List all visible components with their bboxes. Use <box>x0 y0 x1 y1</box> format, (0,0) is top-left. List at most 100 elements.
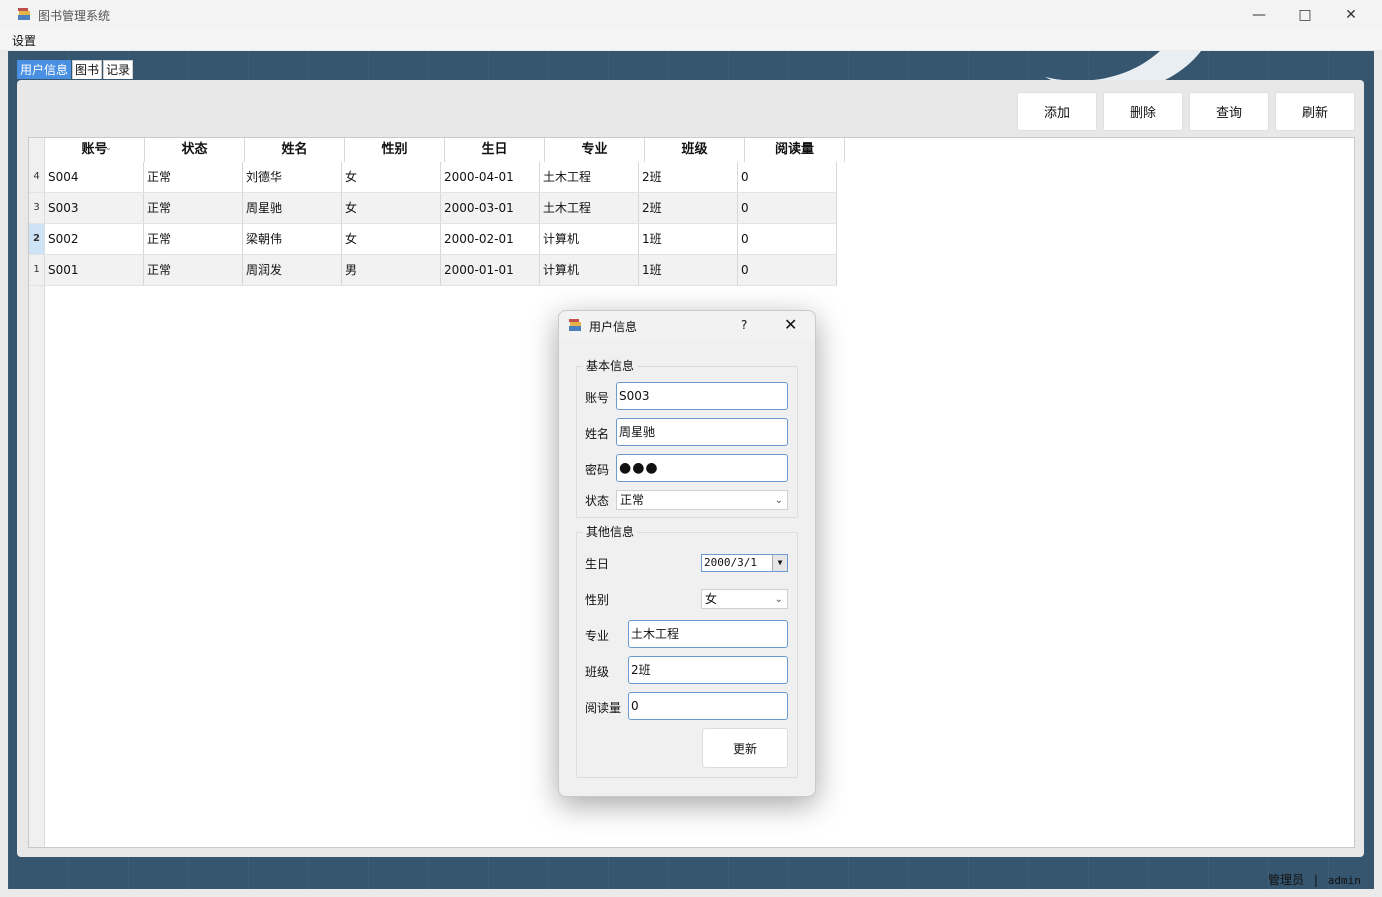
table-cell[interactable]: 正常 <box>144 162 243 192</box>
table-cell[interactable]: 正常 <box>144 224 243 254</box>
maximize-button[interactable]: □ <box>1282 0 1328 30</box>
row-number[interactable]: 4 <box>29 162 45 192</box>
minimize-icon: — <box>1252 7 1266 23</box>
basic-info-title: 基本信息 <box>583 357 638 374</box>
column-header-major[interactable]: 专业 <box>545 138 645 162</box>
table-cell[interactable]: 1班 <box>639 224 738 254</box>
close-button[interactable]: ✕ <box>1328 0 1374 30</box>
close-icon: ✕ <box>784 315 798 334</box>
table-cell[interactable]: S001 <box>45 255 144 285</box>
status-label: 状态 <box>585 494 610 508</box>
reads-label: 阅读量 <box>585 701 622 715</box>
table-row[interactable]: 4 S004 正常 刘德华女 2000-04-01 土木工程 2班 0 <box>29 162 837 193</box>
table-cell[interactable]: S003 <box>45 193 144 223</box>
row-number[interactable]: 3 <box>29 193 45 223</box>
status-separator: | <box>1313 873 1318 887</box>
gender-select[interactable]: 女 ⌄ <box>701 589 788 609</box>
column-header-class[interactable]: 班级 <box>645 138 745 162</box>
birthday-date-picker[interactable]: 2000/3/1 ▼ <box>701 554 788 572</box>
class-label: 班级 <box>585 665 610 679</box>
user-info-dialog: 用户信息 ? ✕ 基本信息 账号 S003 姓名 周星驰 密码 ●●● 状态 正… <box>558 310 816 797</box>
dialog-title-bar: 用户信息 ? ✕ <box>559 311 815 341</box>
table-cell[interactable]: 刘德华 <box>243 162 342 192</box>
table-cell[interactable]: 0 <box>738 162 837 192</box>
book-stack-icon <box>18 8 30 20</box>
dialog-close-button[interactable]: ✕ <box>784 315 797 334</box>
maximize-icon: □ <box>1298 7 1312 23</box>
tab-bar: 用户信息 图书 记录 <box>17 60 134 79</box>
tab-records[interactable]: 记录 <box>103 60 134 79</box>
table-cell[interactable]: 计算机 <box>540 255 639 285</box>
table-cell[interactable]: 女 <box>342 224 441 254</box>
status-select[interactable]: 正常 ⌄ <box>616 490 788 510</box>
account-label: 账号 <box>585 391 610 405</box>
update-button[interactable]: 更新 <box>702 728 788 768</box>
row-number[interactable]: 2 <box>29 224 45 254</box>
table-cell[interactable]: 女 <box>342 162 441 192</box>
moon-decoration <box>968 51 1188 81</box>
username-label: admin <box>1327 874 1361 887</box>
query-button[interactable]: 查询 <box>1189 92 1269 131</box>
table-row[interactable]: 2 S002 正常 梁朝伟女 2000-02-01 计算机 1班 0 <box>29 224 837 255</box>
other-info-title: 其他信息 <box>583 523 638 540</box>
password-field[interactable]: ●●● <box>616 454 788 482</box>
major-field[interactable]: 土木工程 <box>628 620 788 648</box>
table-body: 4 S004 正常 刘德华女 2000-04-01 土木工程 2班 0 3 S003 正常 周星驰女 2… <box>29 162 837 286</box>
column-header-name[interactable]: 姓名 <box>245 138 345 162</box>
column-header-reads[interactable]: 阅读量 <box>745 138 845 162</box>
table-cell[interactable]: 2000-01-01 <box>441 255 540 285</box>
table-cell[interactable]: 0 <box>738 193 837 223</box>
dialog-title: 用户信息 <box>589 320 638 334</box>
table-cell[interactable]: 正常 <box>144 255 243 285</box>
add-button[interactable]: 添加 <box>1017 92 1097 131</box>
column-header-account[interactable]: 账号 ⌄ <box>45 138 145 162</box>
refresh-button[interactable]: 刷新 <box>1275 92 1355 131</box>
resize-grip-icon[interactable]: ∴ <box>1362 876 1368 886</box>
table-cell[interactable]: 土木工程 <box>540 193 639 223</box>
table-cell[interactable]: 土木工程 <box>540 162 639 192</box>
table-cell[interactable]: 男 <box>342 255 441 285</box>
title-bar: 图书管理系统 — □ ✕ <box>0 0 1382 31</box>
status-bar: 管理员 | admin <box>1268 871 1361 888</box>
table-cell[interactable]: 女 <box>342 193 441 223</box>
table-cell[interactable]: 计算机 <box>540 224 639 254</box>
account-field[interactable]: S003 <box>616 382 788 410</box>
table-cell[interactable]: 正常 <box>144 193 243 223</box>
table-cell[interactable]: 梁朝伟 <box>243 224 342 254</box>
book-stack-icon <box>569 319 581 331</box>
help-button[interactable]: ? <box>741 318 747 332</box>
reads-field[interactable]: 0 <box>628 692 788 720</box>
minimize-button[interactable]: — <box>1236 0 1282 30</box>
table-row[interactable]: 1 S001 正常 周润发男 2000-01-01 计算机 1班 0 <box>29 255 837 286</box>
table-cell[interactable]: 2班 <box>639 162 738 192</box>
table-cell[interactable]: 0 <box>738 255 837 285</box>
table-header: 账号 ⌄ 状态 姓名 性别 生日 专业 班级 阅读量 <box>45 138 845 162</box>
table-cell[interactable]: 2班 <box>639 193 738 223</box>
row-number[interactable]: 1 <box>29 255 45 285</box>
table-cell[interactable]: 2000-02-01 <box>441 224 540 254</box>
table-cell[interactable]: 0 <box>738 224 837 254</box>
table-cell[interactable]: S004 <box>45 162 144 192</box>
class-field[interactable]: 2班 <box>628 656 788 684</box>
menu-settings[interactable]: 设置 <box>12 32 36 49</box>
role-label: 管理员 <box>1268 873 1305 887</box>
delete-button[interactable]: 删除 <box>1103 92 1183 131</box>
table-cell[interactable]: S002 <box>45 224 144 254</box>
tab-user-info[interactable]: 用户信息 <box>17 60 72 79</box>
table-cell[interactable]: 2000-03-01 <box>441 193 540 223</box>
dropdown-arrow-icon[interactable]: ▼ <box>772 555 787 571</box>
table-cell[interactable]: 1班 <box>639 255 738 285</box>
column-header-status[interactable]: 状态 <box>145 138 245 162</box>
tab-books[interactable]: 图书 <box>72 60 103 79</box>
table-cell[interactable]: 2000-04-01 <box>441 162 540 192</box>
menu-bar: 设置 <box>0 30 1382 50</box>
column-header-gender[interactable]: 性别 <box>345 138 445 162</box>
table-row[interactable]: 3 S003 正常 周星驰女 2000-03-01 土木工程 2班 0 <box>29 193 837 224</box>
name-label: 姓名 <box>585 427 610 441</box>
close-icon: ✕ <box>1345 7 1357 23</box>
table-cell[interactable]: 周润发 <box>243 255 342 285</box>
name-field[interactable]: 周星驰 <box>616 418 788 446</box>
column-header-birthday[interactable]: 生日 <box>445 138 545 162</box>
birthday-value: 2000/3/1 <box>704 556 757 569</box>
table-cell[interactable]: 周星驰 <box>243 193 342 223</box>
